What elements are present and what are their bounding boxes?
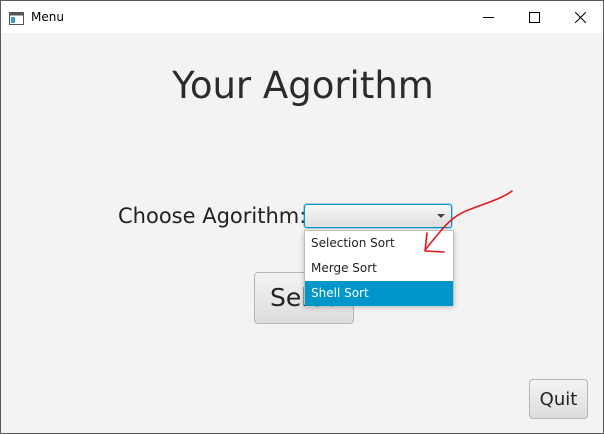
minimize-icon xyxy=(482,8,494,27)
maximize-button[interactable] xyxy=(511,1,557,33)
chevron-down-icon[interactable] xyxy=(437,214,445,218)
algorithm-combo-box[interactable] xyxy=(304,204,452,228)
quit-button-label: Quit xyxy=(539,389,578,410)
dropdown-option-shell-sort[interactable]: Shell Sort xyxy=(305,281,453,306)
app-window: Menu Your Agorithm Choose Agorithm: Sele… xyxy=(0,0,604,434)
minimize-button[interactable] xyxy=(465,1,511,33)
dropdown-option-merge-sort[interactable]: Merge Sort xyxy=(305,256,453,281)
close-icon xyxy=(574,8,586,27)
choose-algorithm-label: Choose Agorithm: xyxy=(118,204,307,228)
title-bar[interactable]: Menu xyxy=(1,1,603,33)
close-button[interactable] xyxy=(557,1,603,33)
app-window-icon xyxy=(9,10,24,25)
main-content: Your Agorithm Choose Agorithm: Select Se… xyxy=(1,33,603,433)
quit-button[interactable]: Quit xyxy=(529,379,588,419)
page-title: Your Agorithm xyxy=(172,64,434,107)
dropdown-option-selection-sort[interactable]: Selection Sort xyxy=(305,231,453,256)
maximize-icon xyxy=(528,8,540,27)
window-title: Menu xyxy=(31,10,64,24)
algorithm-dropdown-list: Selection Sort Merge Sort Shell Sort xyxy=(304,230,454,306)
